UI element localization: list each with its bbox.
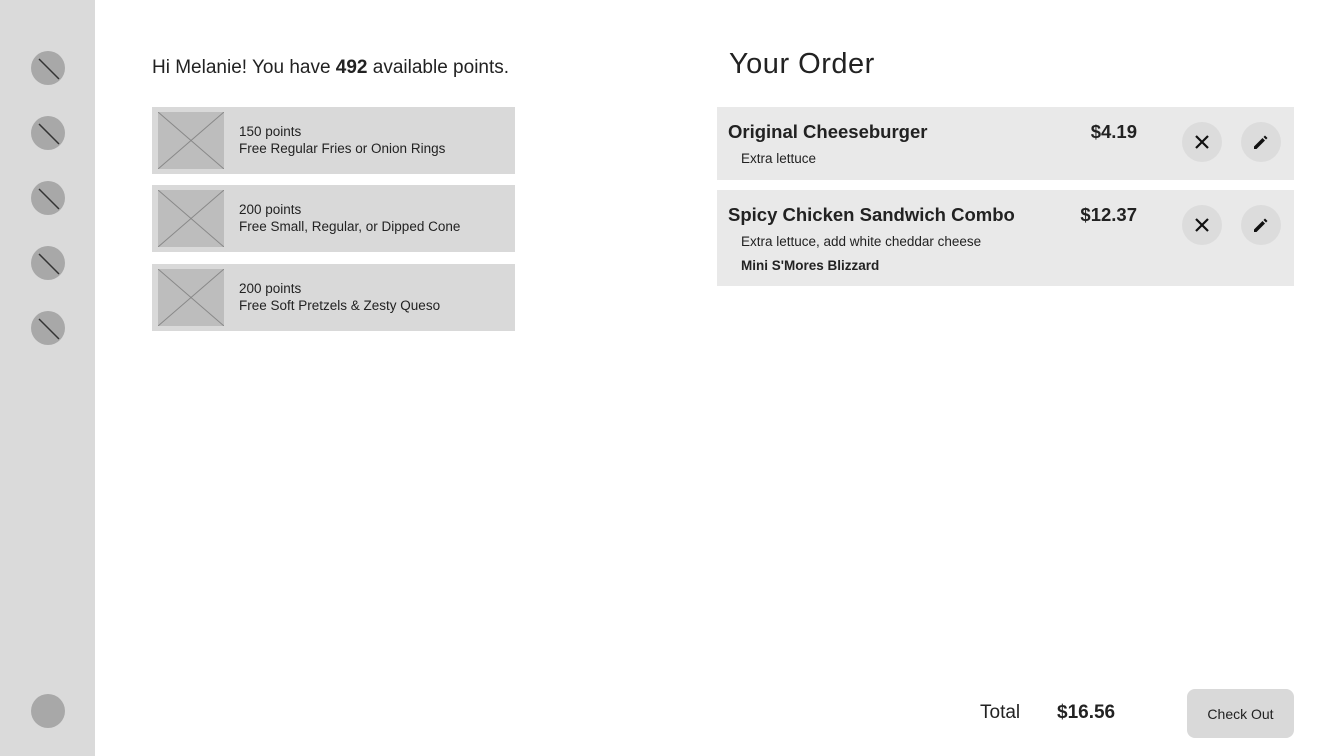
item-modifier: Extra lettuce bbox=[741, 151, 817, 166]
reward-points: 200 points bbox=[239, 202, 302, 217]
image-placeholder-icon bbox=[157, 268, 225, 327]
order-title: Your Order bbox=[729, 48, 875, 80]
sidebar-item-5-placeholder-icon[interactable] bbox=[31, 311, 65, 345]
item-name: Spicy Chicken Sandwich Combo bbox=[728, 204, 1015, 225]
remove-item-button[interactable] bbox=[1182, 205, 1222, 245]
sidebar-item-4-placeholder-icon[interactable] bbox=[31, 246, 65, 280]
greeting-suffix: available points. bbox=[367, 57, 510, 78]
edit-item-button[interactable] bbox=[1241, 122, 1281, 162]
order-item: Original Cheeseburger $4.19 Extra lettuc… bbox=[717, 107, 1294, 180]
close-icon bbox=[1195, 218, 1209, 232]
close-icon bbox=[1195, 135, 1209, 149]
item-modifier: Extra lettuce, add white cheddar cheese bbox=[741, 234, 982, 249]
item-price: $12.37 bbox=[1080, 204, 1137, 225]
pencil-icon bbox=[1254, 218, 1268, 232]
item-name: Original Cheeseburger bbox=[728, 121, 928, 142]
points-greeting: Hi Melanie! You have 492 available point… bbox=[152, 57, 509, 79]
total-label: Total bbox=[980, 702, 1021, 723]
avatar-icon[interactable] bbox=[31, 694, 65, 728]
reward-points: 200 points bbox=[239, 281, 302, 296]
sidebar-item-3-placeholder-icon[interactable] bbox=[31, 181, 65, 215]
reward-card[interactable]: 200 points Free Small, Regular, or Dippe… bbox=[152, 185, 515, 252]
order-item: Spicy Chicken Sandwich Combo $12.37 Extr… bbox=[717, 190, 1294, 286]
image-placeholder-icon bbox=[157, 111, 225, 170]
sidebar-item-1-placeholder-icon[interactable] bbox=[31, 51, 65, 85]
remove-item-button[interactable] bbox=[1182, 122, 1222, 162]
reward-description: Free Small, Regular, or Dipped Cone bbox=[239, 219, 461, 234]
sidebar-item-2-placeholder-icon[interactable] bbox=[31, 116, 65, 150]
image-placeholder-icon bbox=[157, 189, 225, 248]
reward-card[interactable]: 150 points Free Regular Fries or Onion R… bbox=[152, 107, 515, 174]
check-out-button[interactable]: Check Out bbox=[1187, 689, 1294, 738]
edit-item-button[interactable] bbox=[1241, 205, 1281, 245]
reward-description: Free Soft Pretzels & Zesty Queso bbox=[239, 298, 441, 313]
item-addon: Mini S'Mores Blizzard bbox=[741, 258, 880, 273]
reward-card[interactable]: 200 points Free Soft Pretzels & Zesty Qu… bbox=[152, 264, 515, 331]
reward-points: 150 points bbox=[239, 124, 302, 139]
pencil-icon bbox=[1254, 135, 1268, 149]
item-price: $4.19 bbox=[1090, 121, 1137, 142]
greeting-prefix: Hi Melanie! You have bbox=[152, 57, 336, 78]
reward-description: Free Regular Fries or Onion Rings bbox=[239, 141, 446, 156]
points-balance: 492 bbox=[335, 57, 368, 78]
sidebar-nav bbox=[0, 0, 95, 756]
total-value: $16.56 bbox=[1057, 702, 1116, 723]
